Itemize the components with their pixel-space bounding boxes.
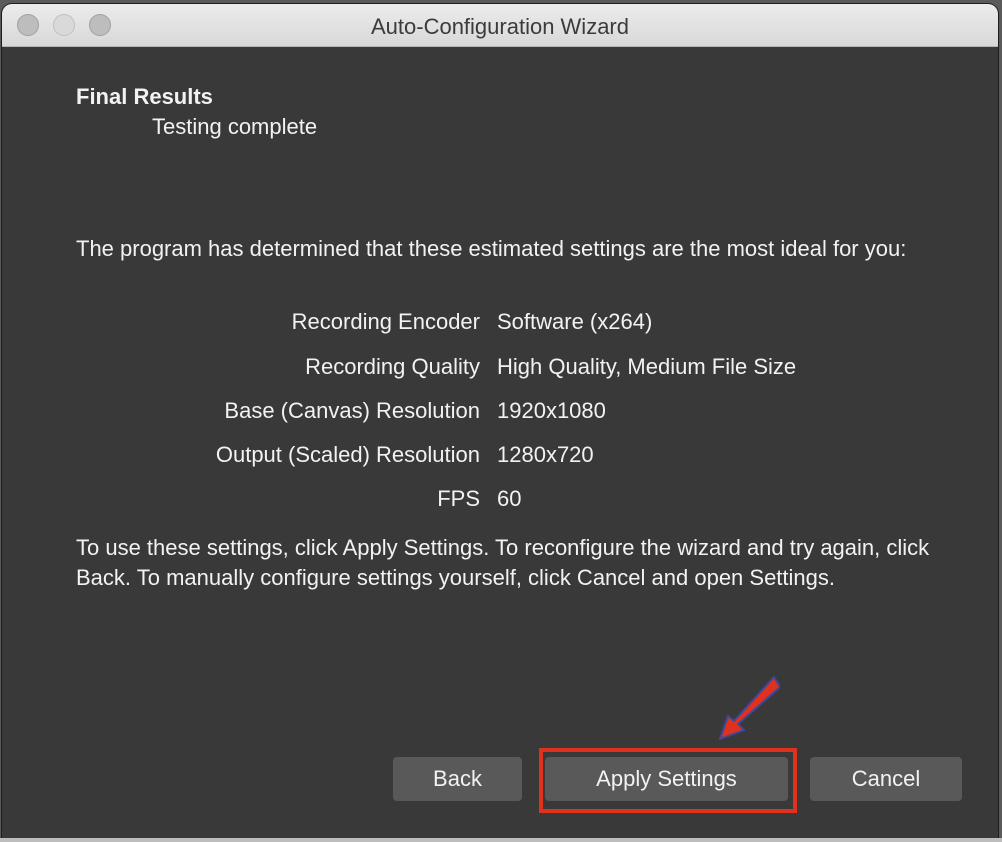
cancel-button[interactable]: Cancel bbox=[810, 757, 962, 801]
back-button[interactable]: Back bbox=[393, 757, 522, 801]
setting-label: FPS bbox=[437, 486, 480, 511]
setting-label: Output (Scaled) Resolution bbox=[215, 442, 480, 467]
setting-row-output-resolution: Output (Scaled) Resolution 1280x720 bbox=[2, 442, 998, 472]
setting-label: Recording Encoder bbox=[291, 309, 480, 334]
setting-value: 60 bbox=[497, 486, 522, 511]
setting-value: 1920x1080 bbox=[497, 398, 606, 423]
wizard-window: Auto-Configuration Wizard Final Results … bbox=[2, 4, 998, 838]
window-title: Auto-Configuration Wizard bbox=[370, 14, 629, 39]
setting-row-fps: FPS 60 bbox=[2, 486, 998, 516]
setting-value: Software (x264) bbox=[497, 309, 653, 334]
setting-row-recording-encoder: Recording Encoder Software (x264) bbox=[2, 309, 998, 339]
instructions-text: To use these settings, click Apply Setti… bbox=[76, 535, 930, 590]
title-bar[interactable]: Auto-Configuration Wizard bbox=[2, 4, 998, 47]
page-subheading: Testing complete bbox=[152, 114, 318, 139]
page-heading: Final Results bbox=[76, 84, 213, 109]
setting-label: Recording Quality bbox=[305, 354, 480, 379]
setting-value: High Quality, Medium File Size bbox=[497, 354, 797, 379]
apply-settings-button[interactable]: Apply Settings bbox=[545, 757, 788, 801]
setting-value: 1280x720 bbox=[497, 442, 594, 467]
background-strip bbox=[0, 838, 1002, 842]
setting-row-base-resolution: Base (Canvas) Resolution 1920x1080 bbox=[2, 398, 998, 428]
intro-text: The program has determined that these es… bbox=[76, 236, 907, 261]
setting-row-recording-quality: Recording Quality High Quality, Medium F… bbox=[2, 354, 998, 384]
setting-label: Base (Canvas) Resolution bbox=[224, 398, 480, 423]
red-arrow-icon bbox=[719, 676, 780, 740]
